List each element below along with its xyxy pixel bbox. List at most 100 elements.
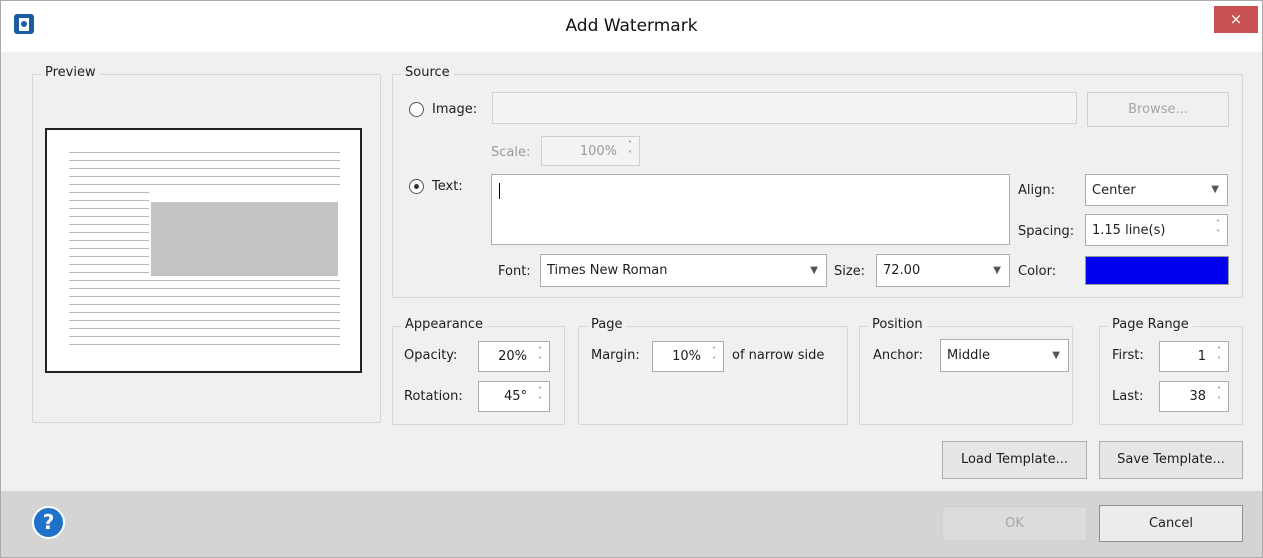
image-radio[interactable] [409,102,424,117]
chevron-down-icon[interactable]: ▼ [993,265,1001,276]
add-watermark-dialog: Add Watermark × Preview Source Image: Br… [0,0,1263,558]
preview-line [69,184,340,185]
preview-line [69,280,340,281]
chevron-down-icon[interactable]: ▼ [810,265,818,276]
spin-arrows-icon[interactable]: ˄ ˅ [709,346,719,366]
opacity-stepper[interactable]: 20% ˄ ˅ [478,341,550,372]
source-legend: Source [401,65,454,80]
preview-line [69,296,340,297]
text-radio[interactable] [409,179,424,194]
spin-arrows-icon[interactable]: ˄ ˅ [535,386,545,406]
preview-line [69,240,149,241]
anchor-label: Anchor: [873,348,923,363]
preview-line [69,248,149,249]
size-label: Size: [834,264,866,279]
rotation-value: 45° [503,389,527,404]
preview-line [69,232,149,233]
cancel-button[interactable]: Cancel [1099,505,1243,542]
load-template-label: Load Template... [960,452,1069,467]
rotation-stepper[interactable]: 45° ˄ ˅ [478,381,550,412]
preview-line [69,304,340,305]
image-path-input[interactable] [492,92,1077,124]
preview-legend: Preview [41,65,100,80]
close-button[interactable]: × [1214,6,1258,33]
save-template-button[interactable]: Save Template... [1099,441,1243,479]
first-label: First: [1112,348,1144,363]
preview-line [69,264,149,265]
preview-line [69,328,340,329]
chevron-down-icon[interactable]: ▼ [1052,350,1060,361]
page-range-legend: Page Range [1108,317,1193,332]
margin-suffix: of narrow side [732,348,825,363]
dialog-title: Add Watermark [565,16,698,36]
scale-label: Scale: [491,145,531,160]
spacing-value: 1.15 line(s) [1092,223,1166,238]
preview-line [69,320,340,321]
margin-label: Margin: [591,348,640,363]
spacing-stepper[interactable]: 1.15 line(s) ˄ ˅ [1085,214,1228,246]
appearance-legend: Appearance [401,317,488,332]
spin-arrows-icon[interactable]: ˄ ˅ [535,346,545,366]
cancel-label: Cancel [1148,516,1194,531]
preview-line [69,160,340,161]
watermark-text-area[interactable] [491,174,1010,245]
preview-line [69,168,340,169]
spacing-label: Spacing: [1018,224,1075,239]
scale-value: 100% [579,144,617,159]
last-page-stepper[interactable]: 38 ˄ ˅ [1159,381,1229,412]
font-dropdown[interactable]: Times New Roman ▼ [540,254,827,287]
help-icon[interactable]: ? [32,506,65,539]
scale-stepper[interactable]: 100% ˄ ˅ [541,136,640,166]
anchor-dropdown[interactable]: Middle ▼ [940,339,1069,372]
spin-arrows-icon[interactable]: ˄ ˅ [625,140,635,160]
preview-line [69,224,149,225]
browse-button[interactable]: Browse... [1087,92,1229,127]
spin-arrows-icon[interactable]: ˄ ˅ [1213,219,1223,239]
title-bar: Add Watermark × [1,1,1262,52]
text-label: Text: [432,179,463,194]
load-template-button[interactable]: Load Template... [942,441,1087,479]
font-label: Font: [498,264,531,279]
opacity-label: Opacity: [404,348,458,363]
page-legend: Page [587,317,627,332]
preview-line [69,152,340,153]
spin-arrows-icon[interactable]: ˄ ˅ [1214,346,1224,366]
first-page-value: 1 [1197,349,1206,364]
text-caret [499,183,500,199]
rotation-label: Rotation: [404,389,463,404]
align-label: Align: [1018,183,1055,198]
first-page-stepper[interactable]: 1 ˄ ˅ [1159,341,1229,372]
preview-line [69,208,149,209]
preview-line [69,192,149,193]
preview-line [69,344,340,345]
preview-line [69,256,149,257]
preview-watermark-box [151,202,338,276]
color-picker[interactable] [1085,256,1229,285]
save-template-label: Save Template... [1117,452,1225,467]
ok-button[interactable]: OK [942,506,1087,541]
last-label: Last: [1112,389,1144,404]
close-icon[interactable]: × [1230,10,1243,28]
preview-line [69,200,149,201]
preview-line [69,176,340,177]
browse-label: Browse... [1128,102,1188,117]
opacity-value: 20% [498,349,527,364]
margin-stepper[interactable]: 10% ˄ ˅ [652,341,724,372]
preview-line [69,312,340,313]
preview-line [69,272,149,273]
chevron-down-icon[interactable]: ▼ [1211,184,1219,195]
position-legend: Position [868,317,927,332]
dialog-footer: ? OK Cancel [1,491,1262,557]
align-value: Center [1092,183,1136,198]
font-value: Times New Roman [547,263,668,278]
anchor-value: Middle [947,348,990,363]
margin-value: 10% [672,349,701,364]
spin-arrows-icon[interactable]: ˄ ˅ [1214,386,1224,406]
preview-line [69,216,149,217]
size-dropdown[interactable]: 72.00 ▼ [876,254,1010,287]
ok-label: OK [1005,516,1024,531]
preview-page [45,128,362,373]
image-label: Image: [432,102,478,117]
align-dropdown[interactable]: Center ▼ [1085,174,1228,206]
preview-line [69,288,340,289]
